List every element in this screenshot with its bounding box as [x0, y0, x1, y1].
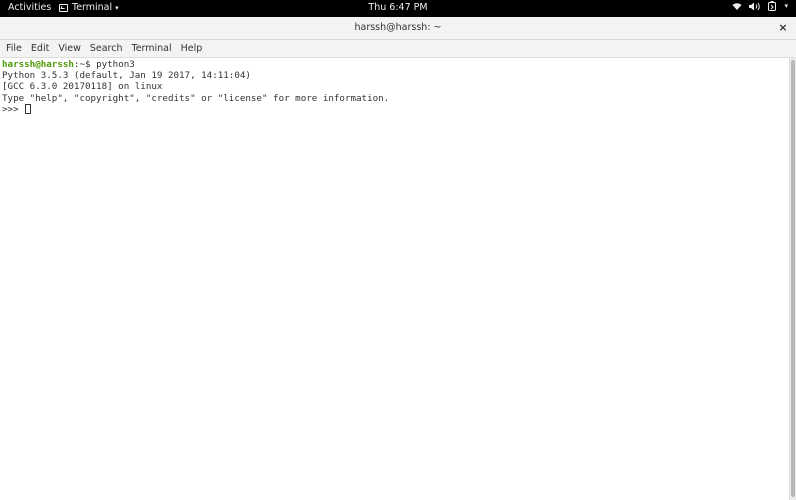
menu-search[interactable]: Search [90, 43, 123, 54]
vertical-scrollbar[interactable] [789, 58, 796, 500]
chevron-down-icon: ▾ [784, 2, 788, 10]
window-title: harssh@harssh: ~ [354, 22, 442, 33]
gnome-top-bar: Activities Terminal ▾ Thu 6:47 PM ▾ [0, 0, 796, 17]
close-button[interactable]: × [777, 21, 789, 34]
terminal-icon [59, 3, 68, 12]
terminal-line: harssh@harssh:~$ python3 [2, 59, 789, 70]
wifi-icon [732, 2, 742, 11]
typed-command: python3 [96, 59, 135, 70]
chevron-down-icon: ▾ [115, 3, 119, 12]
repl-prompt: >>> [2, 103, 25, 115]
scrollbar-thumb[interactable] [791, 60, 795, 497]
text-cursor [25, 103, 32, 114]
app-menu-button[interactable]: Terminal ▾ [59, 2, 119, 13]
menu-terminal[interactable]: Terminal [132, 43, 172, 54]
volume-icon [749, 2, 761, 11]
menu-help[interactable]: Help [181, 43, 203, 54]
system-tray[interactable]: ▾ [732, 1, 788, 11]
terminal-line: Type "help", "copyright", "credits" or "… [2, 92, 390, 104]
terminal-view[interactable]: harssh@harssh:~$ python3 Python 3.5.3 (d… [0, 58, 789, 500]
terminal-line: [GCC 6.3.0 20170118] on linux [2, 81, 163, 93]
menu-view[interactable]: View [58, 43, 81, 54]
terminal-line: >>> [2, 103, 789, 115]
prompt-path: :~$ [73, 59, 97, 70]
menu-edit[interactable]: Edit [31, 43, 49, 54]
menu-file[interactable]: File [6, 43, 22, 54]
clock[interactable]: Thu 6:47 PM [0, 2, 796, 13]
prompt-user: harssh@harssh [2, 59, 74, 70]
window-titlebar[interactable]: harssh@harssh: ~ × [0, 17, 796, 40]
menu-bar: File Edit View Search Terminal Help [0, 40, 796, 58]
activities-button[interactable]: Activities [8, 2, 51, 13]
app-menu-label: Terminal [72, 2, 113, 13]
battery-icon [768, 1, 777, 11]
terminal-line: Python 3.5.3 (default, Jan 19 2017, 14:1… [2, 70, 251, 82]
